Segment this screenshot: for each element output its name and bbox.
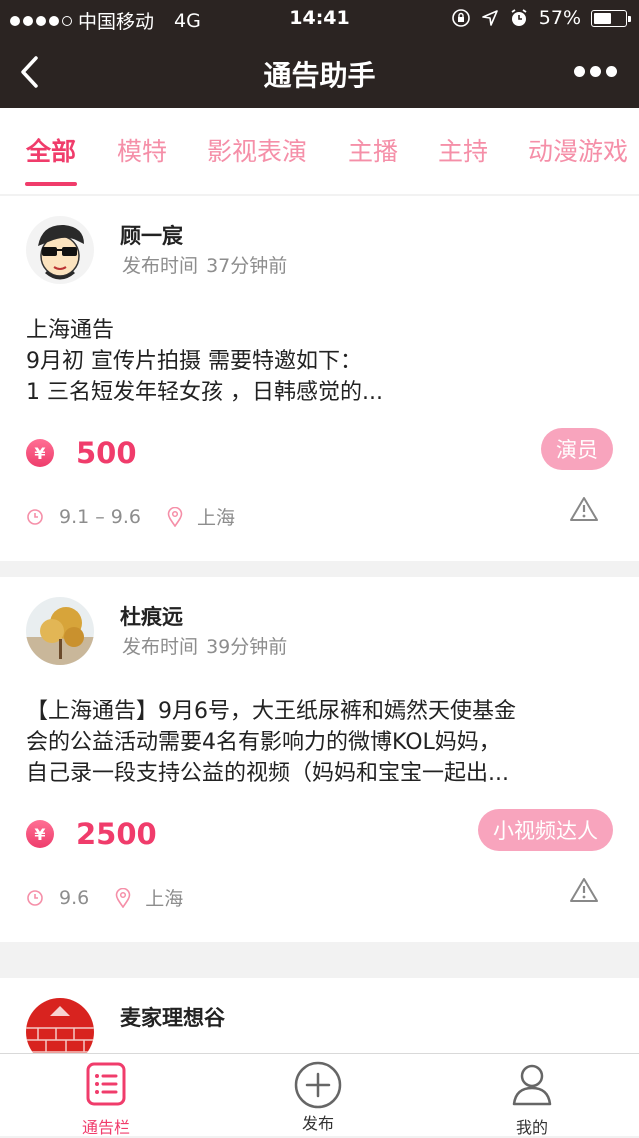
post-card[interactable]: 麦家理想谷 <box>0 978 639 1054</box>
battery-fill <box>594 12 612 24</box>
bottom-tab-bar: 通告栏 发布 我的 <box>0 1053 639 1138</box>
tab-anime-games[interactable]: 动漫游戏 <box>528 132 628 168</box>
more-dots-icon[interactable] <box>574 66 617 77</box>
tab-label: 发布 <box>301 1114 334 1133</box>
tab-streamer[interactable]: 主播 <box>348 132 398 168</box>
publish-time: 发布时间 39分钟前 <box>120 632 287 659</box>
publish-time-value: 37分钟前 <box>206 255 288 277</box>
post-content[interactable]: 【上海通告】9月6号，大王纸尿裤和嫣然天使基金 会的公益活动需要4名有影响力的微… <box>26 696 616 789</box>
price: 500 <box>76 436 137 470</box>
tab-model[interactable]: 模特 <box>117 132 167 168</box>
clock-icon <box>27 889 43 906</box>
clock-icon <box>27 508 43 525</box>
author-name: 杜痕远 <box>120 605 183 629</box>
location: 上海 <box>197 507 236 529</box>
date-range: 9.6 <box>59 886 90 909</box>
tab-film-acting[interactable]: 影视表演 <box>207 132 307 168</box>
content-line: 1 三名短发年轻女孩 ，日韩感觉的... <box>26 380 383 405</box>
location-arrow-icon <box>481 10 498 26</box>
category-tag[interactable]: 小视频达人 <box>478 809 613 851</box>
price-row: ¥ 2500 <box>26 817 157 851</box>
status-bar: 中国移动 4G 14:41 57% <box>0 0 639 36</box>
post-card[interactable]: 顾一宸 发布时间 37分钟前 上海通告 9月初 宣传片拍摄 需要特邀如下： 1 … <box>0 196 639 561</box>
status-icons: 57% <box>451 7 631 29</box>
avatar[interactable] <box>26 597 94 665</box>
orientation-lock-icon <box>451 9 470 27</box>
publish-time-label: 发布时间 <box>122 255 199 277</box>
post-meta: 9.1 – 9.6 上海 <box>26 503 235 530</box>
content-line: 上海通告 <box>26 318 115 343</box>
post-card[interactable]: 杜痕远 发布时间 39分钟前 【上海通告】9月6号，大王纸尿裤和嫣然天使基金 会… <box>0 577 639 942</box>
author-name: 麦家理想谷 <box>120 1006 225 1030</box>
location-pin-icon <box>115 887 131 908</box>
tab-notice-board[interactable]: 通告栏 <box>46 1060 166 1138</box>
user-icon <box>512 1064 552 1106</box>
yen-icon: ¥ <box>26 439 54 467</box>
content-line: 会的公益活动需要4名有影响力的微博KOL妈妈， <box>26 730 501 755</box>
category-tabs: 全部 模特 影视表演 主播 主持 动漫游戏 <box>0 108 639 194</box>
content-line: 【上海通告】9月6号，大王纸尿裤和嫣然天使基金 <box>26 699 516 724</box>
report-warning-icon[interactable] <box>569 877 599 903</box>
publish-time-label: 发布时间 <box>122 636 199 658</box>
category-tag[interactable]: 演员 <box>541 428 613 470</box>
post-content[interactable]: 上海通告 9月初 宣传片拍摄 需要特邀如下： 1 三名短发年轻女孩 ，日韩感觉的… <box>26 315 616 408</box>
report-warning-icon[interactable] <box>569 496 599 522</box>
price-row: ¥ 500 <box>26 436 137 470</box>
tab-label: 我的 <box>515 1118 548 1137</box>
yen-icon: ¥ <box>26 820 54 848</box>
alarm-icon <box>511 9 527 26</box>
tab-publish[interactable]: 发布 <box>258 1060 378 1134</box>
avatar[interactable] <box>26 216 94 284</box>
battery-percent: 57% <box>538 7 581 29</box>
notice-list-icon <box>86 1062 126 1106</box>
tab-label: 通告栏 <box>81 1118 130 1137</box>
tab-mine[interactable]: 我的 <box>472 1060 592 1138</box>
publish-time-value: 39分钟前 <box>206 636 288 658</box>
location-pin-icon <box>167 506 183 527</box>
tab-all[interactable]: 全部 <box>26 132 76 168</box>
content-line: 9月初 宣传片拍摄 需要特邀如下： <box>26 349 362 374</box>
author-name: 顾一宸 <box>120 224 183 248</box>
active-tab-indicator <box>25 182 77 186</box>
tab-host[interactable]: 主持 <box>438 132 488 168</box>
page-title: 通告助手 <box>263 59 376 92</box>
battery-icon <box>591 9 631 27</box>
plus-circle-icon <box>294 1061 342 1109</box>
date-range: 9.1 – 9.6 <box>59 505 142 528</box>
price: 2500 <box>76 817 157 851</box>
content-line: 自己录一段支持公益的视频（妈妈和宝宝一起出... <box>26 761 509 786</box>
publish-time: 发布时间 37分钟前 <box>120 251 287 278</box>
avatar[interactable] <box>26 998 94 1054</box>
post-meta: 9.6 上海 <box>26 884 183 911</box>
location: 上海 <box>145 888 184 910</box>
navigation-bar: 通告助手 <box>0 36 639 108</box>
